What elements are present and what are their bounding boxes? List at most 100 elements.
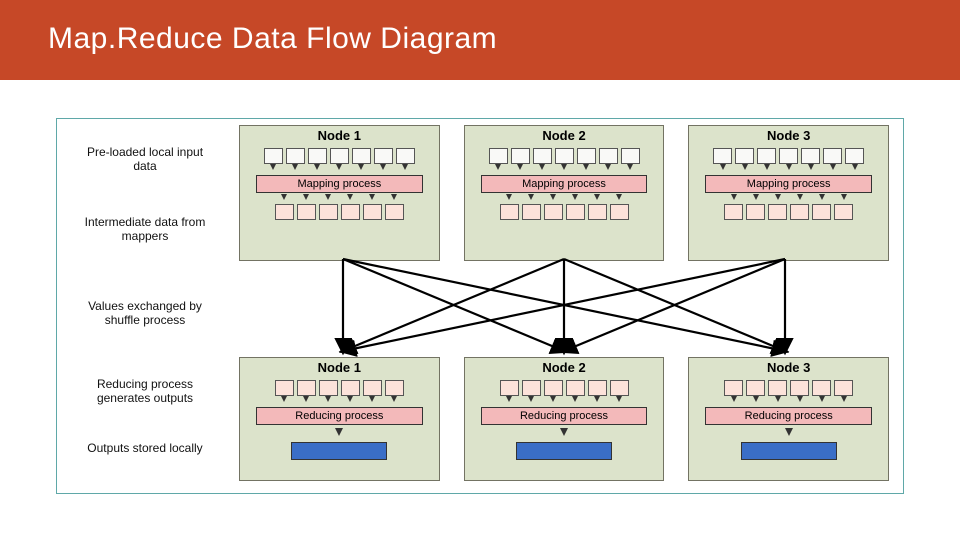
intermediate-cells (465, 204, 664, 220)
data-cell (275, 204, 294, 220)
arrows-down (689, 396, 888, 406)
input-cells (240, 148, 439, 164)
slide-header: Map.Reduce Data Flow Diagram (0, 0, 960, 80)
data-cell (555, 148, 574, 164)
data-cell (746, 204, 765, 220)
data-cell (812, 204, 831, 220)
arrow-down-icon (599, 164, 618, 174)
data-cell (352, 148, 371, 164)
arrow-down-icon (768, 396, 787, 406)
data-cell (566, 204, 585, 220)
arrows-down (689, 194, 888, 204)
arrow-down-icon (735, 164, 754, 174)
data-cell (489, 148, 508, 164)
data-cell (834, 204, 853, 220)
data-cell (286, 148, 305, 164)
arrow-down-icon (275, 396, 294, 406)
arrow-to-output (335, 428, 343, 436)
data-cell (588, 204, 607, 220)
reduce-node-2-title: Node 2 (465, 358, 664, 378)
local-output-block (741, 442, 837, 460)
arrow-down-icon (500, 194, 519, 204)
arrow-down-icon (385, 194, 404, 204)
data-cell (588, 380, 607, 396)
arrow-down-icon (845, 164, 864, 174)
data-cell (544, 380, 563, 396)
data-cell (713, 148, 732, 164)
arrows-down (465, 164, 664, 174)
data-cell (341, 204, 360, 220)
intermediate-cells (689, 204, 888, 220)
diagram-frame: Pre-loaded local input data Intermediate… (56, 118, 904, 494)
arrow-down-icon (297, 194, 316, 204)
data-cell (599, 148, 618, 164)
data-cell (297, 204, 316, 220)
map-node-3: Node 3 Mapping process (688, 125, 889, 261)
arrow-down-icon (577, 164, 596, 174)
arrow-down-icon (396, 164, 415, 174)
arrow-down-icon (522, 396, 541, 406)
arrow-down-icon (374, 164, 393, 174)
arrows-down (465, 396, 664, 406)
intermediate-cells (240, 204, 439, 220)
data-cell (264, 148, 283, 164)
arrow-down-icon (610, 194, 629, 204)
arrow-down-icon (566, 194, 585, 204)
arrow-down-icon (319, 396, 338, 406)
label-reduce-output: Reducing process generates outputs (75, 377, 215, 405)
data-cell (275, 380, 294, 396)
map-node-3-title: Node 3 (689, 126, 888, 146)
data-cell (500, 380, 519, 396)
data-cell (522, 204, 541, 220)
reducing-process-bar: Reducing process (481, 407, 648, 425)
reducing-process-bar: Reducing process (256, 407, 423, 425)
arrow-down-icon (500, 396, 519, 406)
data-cell (319, 204, 338, 220)
data-cell (577, 148, 596, 164)
data-cell (374, 148, 393, 164)
arrow-down-icon (297, 396, 316, 406)
data-cell (385, 204, 404, 220)
data-cell (511, 148, 530, 164)
data-cell (341, 380, 360, 396)
arrow-down-icon (790, 396, 809, 406)
arrow-down-icon (834, 194, 853, 204)
arrow-down-icon (713, 164, 732, 174)
data-cell (522, 380, 541, 396)
data-cell (768, 380, 787, 396)
map-node-2-title: Node 2 (465, 126, 664, 146)
node-column-1: Node 1 Mapping process Node 1 Reducing p… (239, 125, 440, 487)
arrow-down-icon (812, 194, 831, 204)
arrow-down-icon (352, 164, 371, 174)
data-cell (610, 204, 629, 220)
data-cell (845, 148, 864, 164)
arrow-down-icon (724, 396, 743, 406)
arrows-down (689, 164, 888, 174)
label-output-stored: Outputs stored locally (75, 441, 215, 455)
arrow-down-icon (363, 396, 382, 406)
label-input-data: Pre-loaded local input data (75, 145, 215, 173)
data-cell (834, 380, 853, 396)
arrow-down-icon (522, 194, 541, 204)
data-cell (363, 204, 382, 220)
reduce-node-1-title: Node 1 (240, 358, 439, 378)
data-cell (768, 204, 787, 220)
input-cells (465, 148, 664, 164)
reduce-input-cells (689, 380, 888, 396)
data-cell (724, 380, 743, 396)
arrow-down-icon (555, 164, 574, 174)
arrow-down-icon (544, 396, 563, 406)
data-cell (500, 204, 519, 220)
mapping-process-bar: Mapping process (481, 175, 648, 193)
reduce-node-3: Node 3 Reducing process (688, 357, 889, 481)
nodes-area: Node 1 Mapping process Node 1 Reducing p… (239, 125, 889, 487)
reduce-node-2: Node 2 Reducing process (464, 357, 665, 481)
arrow-down-icon (385, 396, 404, 406)
arrow-down-icon (341, 396, 360, 406)
reduce-node-1: Node 1 Reducing process (239, 357, 440, 481)
data-cell (610, 380, 629, 396)
arrow-down-icon (790, 194, 809, 204)
data-cell (790, 204, 809, 220)
arrow-down-icon (746, 194, 765, 204)
data-cell (621, 148, 640, 164)
